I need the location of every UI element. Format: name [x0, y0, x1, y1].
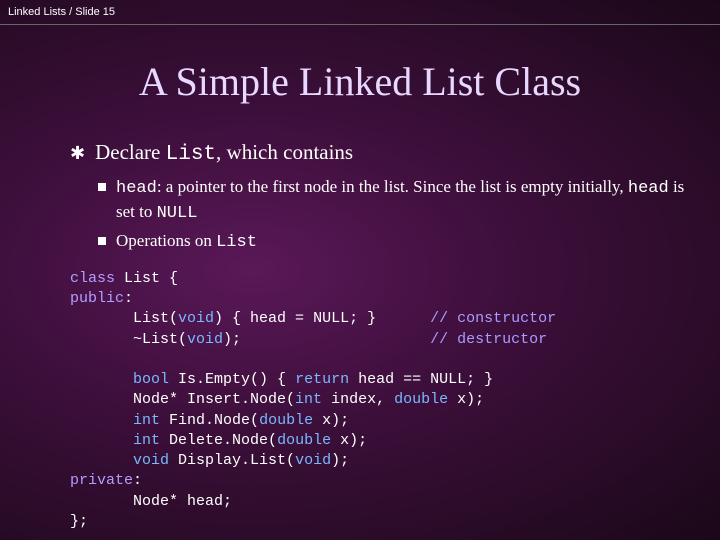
t: ) { head = NULL; } — [214, 310, 430, 327]
text: Operations on — [116, 231, 216, 250]
t: x); — [313, 412, 349, 429]
slide-title: A Simple Linked List Class — [0, 58, 720, 105]
kw: public — [70, 290, 124, 307]
t — [70, 412, 133, 429]
kw: int — [133, 412, 160, 429]
code-inline: List — [216, 233, 257, 252]
t: : — [124, 290, 133, 307]
kw: private — [70, 472, 133, 489]
star-icon: ✱ — [70, 140, 85, 166]
t: head == NULL; } — [349, 371, 493, 388]
t: Delete.Node( — [160, 432, 277, 449]
square-icon — [98, 183, 106, 191]
kw: void — [187, 331, 223, 348]
kw: void — [178, 310, 214, 327]
bullet-text: head: a pointer to the first node in the… — [116, 176, 690, 226]
text: , which contains — [216, 140, 353, 164]
t: Is.Empty() { — [169, 371, 295, 388]
kw: return — [295, 371, 349, 388]
code-inline: head — [116, 179, 157, 198]
kw: double — [277, 432, 331, 449]
bullet-level1: ✱ Declare List, which contains — [70, 140, 690, 166]
kw: void — [133, 452, 169, 469]
slide-body: ✱ Declare List, which contains head: a p… — [70, 140, 690, 532]
code-inline: List — [166, 143, 216, 166]
kw: int — [295, 391, 322, 408]
t: x); — [448, 391, 484, 408]
t: Display.List( — [169, 452, 295, 469]
bullet-level2: Operations on List — [98, 230, 690, 255]
slide-header: Linked Lists / Slide 15 — [8, 6, 115, 18]
kw: class — [70, 270, 115, 287]
t: ~List( — [70, 331, 187, 348]
t — [70, 452, 133, 469]
bullet-text: Declare List, which contains — [95, 140, 353, 166]
kw: int — [133, 432, 160, 449]
t: Node* head; — [70, 493, 232, 510]
kw: bool — [133, 371, 169, 388]
kw: double — [394, 391, 448, 408]
t: x); — [331, 432, 367, 449]
kw: void — [295, 452, 331, 469]
t: Find.Node( — [160, 412, 259, 429]
text: : a pointer to the first node in the lis… — [157, 177, 628, 196]
code-inline: NULL — [157, 204, 198, 223]
t: index, — [322, 391, 394, 408]
t: List( — [70, 310, 178, 327]
t: ); — [223, 331, 430, 348]
kw: double — [259, 412, 313, 429]
comment: // destructor — [430, 331, 547, 348]
t: Node* Insert.Node( — [70, 391, 295, 408]
code-block: class List { public: List(void) { head =… — [70, 269, 690, 532]
t: }; — [70, 513, 88, 530]
comment: // constructor — [430, 310, 556, 327]
t — [70, 371, 133, 388]
t: : — [133, 472, 142, 489]
bullet-text: Operations on List — [116, 230, 257, 255]
text: Declare — [95, 140, 166, 164]
bullet-level2: head: a pointer to the first node in the… — [98, 176, 690, 226]
code-inline: head — [628, 179, 669, 198]
t — [70, 432, 133, 449]
divider — [0, 24, 720, 25]
t: List { — [115, 270, 178, 287]
square-icon — [98, 237, 106, 245]
t: ); — [331, 452, 349, 469]
